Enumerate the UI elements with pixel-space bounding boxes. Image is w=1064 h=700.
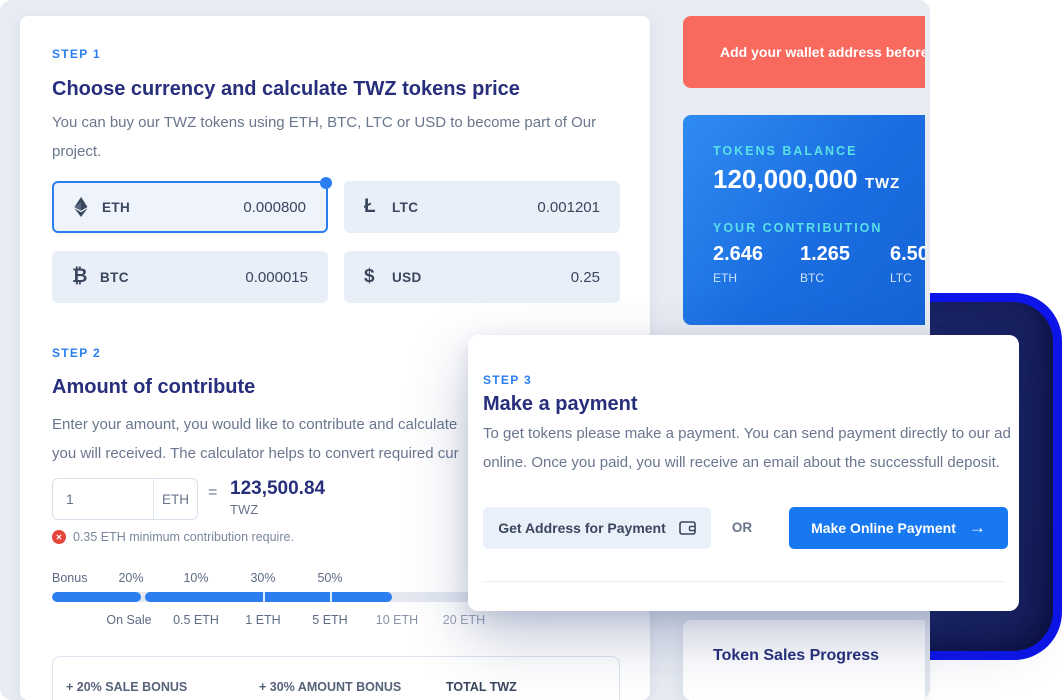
error-cross-icon: ✕ bbox=[52, 530, 66, 544]
contribution-eth: 2.646 ETH bbox=[713, 243, 763, 285]
get-address-label: Get Address for Payment bbox=[498, 520, 666, 536]
wallet-icon bbox=[679, 521, 696, 535]
currency-code: USD bbox=[392, 270, 422, 285]
step3-label: STEP 3 bbox=[483, 373, 532, 387]
amount-bonus-label: + 30% AMOUNT BONUS bbox=[259, 680, 401, 694]
tokens-balance-label: TOKENS BALANCE bbox=[713, 144, 857, 158]
converted-amount: 123,500.84 bbox=[230, 478, 325, 500]
make-online-payment-button[interactable]: Make Online Payment → bbox=[789, 507, 1008, 549]
tokens-balance-card: TOKENS BALANCE 120,000,000 TWZ YOUR CONT… bbox=[683, 115, 925, 325]
step2-title: Amount of contribute bbox=[52, 376, 255, 399]
total-twz-label: TOTAL TWZ bbox=[446, 680, 517, 694]
online-payment-label: Make Online Payment bbox=[811, 520, 956, 536]
bonus-percent: 20% bbox=[118, 571, 143, 585]
bar-tick-label: 0.5 ETH bbox=[173, 613, 219, 627]
currency-code: BTC bbox=[100, 270, 129, 285]
currency-option-usd[interactable]: $ USD 0.25 bbox=[344, 251, 620, 303]
step2-description-line1: Enter your amount, you would like to con… bbox=[52, 410, 457, 439]
progress-segment bbox=[145, 592, 392, 602]
currency-option-btc[interactable]: ₿ BTC 0.000015 bbox=[52, 251, 328, 303]
eth-icon bbox=[74, 197, 102, 217]
currency-rate: 0.000015 bbox=[245, 269, 308, 286]
bar-tick-label: 20 ETH bbox=[443, 613, 485, 627]
progress-divider bbox=[330, 592, 332, 602]
token-sales-progress-card: Token Sales Progress bbox=[683, 620, 925, 700]
balance-number: 120,000,000 bbox=[713, 164, 858, 194]
bonus-label: Bonus bbox=[52, 571, 87, 585]
ltc-icon: Ł bbox=[364, 196, 392, 218]
balance-unit: TWZ bbox=[865, 175, 900, 192]
your-contribution-label: YOUR CONTRIBUTION bbox=[713, 221, 882, 235]
wallet-address-alert: Add your wallet address before bu bbox=[683, 16, 925, 88]
make-payment-modal: STEP 3 Make a payment To get tokens plea… bbox=[468, 335, 1019, 611]
contribution-btc: 1.265 BTC bbox=[800, 243, 850, 285]
currency-code: LTC bbox=[392, 200, 418, 215]
get-address-button[interactable]: Get Address for Payment bbox=[483, 507, 711, 549]
step1-label: STEP 1 bbox=[52, 47, 101, 61]
bonus-percent: 10% bbox=[183, 571, 208, 585]
bar-tick-label: 10 ETH bbox=[376, 613, 418, 627]
currency-option-eth[interactable]: ETH 0.000800 bbox=[52, 181, 328, 233]
modal-divider bbox=[482, 581, 1005, 582]
step2-label: STEP 2 bbox=[52, 346, 101, 360]
currency-rate: 0.001201 bbox=[537, 199, 600, 216]
progress-segment bbox=[52, 592, 141, 602]
bar-tick-label: On Sale bbox=[106, 613, 151, 627]
bar-tick-label: 1 ETH bbox=[245, 613, 280, 627]
contribution-unit: LTC bbox=[890, 271, 925, 285]
arrow-right-icon: → bbox=[969, 518, 986, 538]
currency-rate: 0.000800 bbox=[243, 199, 306, 216]
contribution-unit: ETH bbox=[713, 271, 763, 285]
currency-rate: 0.25 bbox=[571, 269, 600, 286]
step2-description-line2: you will received. The calculator helps … bbox=[52, 439, 459, 468]
contribution-unit: BTC bbox=[800, 271, 850, 285]
error-text: 0.35 ETH minimum contribution require. bbox=[73, 530, 294, 544]
btc-icon: ₿ bbox=[72, 266, 100, 288]
contribution-value: 2.646 bbox=[713, 243, 763, 266]
bonus-percent: 30% bbox=[250, 571, 275, 585]
token-sales-progress-title: Token Sales Progress bbox=[713, 647, 879, 665]
sale-bonus-label: + 20% SALE BONUS bbox=[66, 680, 187, 694]
minimum-contribution-error: ✕ 0.35 ETH minimum contribution require. bbox=[52, 530, 294, 544]
contribution-value: 6.500 bbox=[890, 243, 925, 266]
contribution-value: 1.265 bbox=[800, 243, 850, 266]
amount-input[interactable] bbox=[53, 479, 153, 519]
amount-unit-label: ETH bbox=[153, 479, 197, 519]
usd-icon: $ bbox=[364, 266, 392, 288]
currency-options: ETH 0.000800 Ł LTC 0.001201 ₿ BTC 0.0000… bbox=[52, 181, 620, 303]
contribution-ltc: 6.500 LTC bbox=[890, 243, 925, 285]
step3-description-line1: To get tokens please make a payment. You… bbox=[483, 425, 1011, 442]
step1-description: You can buy our TWZ tokens using ETH, BT… bbox=[52, 108, 612, 166]
bar-tick-label: 5 ETH bbox=[312, 613, 347, 627]
selected-indicator-dot bbox=[320, 177, 332, 189]
step3-title: Make a payment bbox=[483, 393, 638, 416]
step3-description-line2: online. Once you paid, you will receive … bbox=[483, 454, 1000, 471]
step1-title: Choose currency and calculate TWZ tokens… bbox=[52, 78, 520, 101]
bonus-summary-box: + 20% SALE BONUS + 30% AMOUNT BONUS TOTA… bbox=[52, 656, 620, 700]
or-separator: OR bbox=[724, 507, 760, 549]
bonus-percent: 50% bbox=[317, 571, 342, 585]
tokens-balance-value: 120,000,000 TWZ bbox=[713, 164, 900, 195]
amount-input-group: ETH bbox=[52, 478, 198, 520]
equals-sign: = bbox=[208, 484, 217, 502]
currency-code: ETH bbox=[102, 200, 130, 215]
token-purchase-page: STEP 1 Choose currency and calculate TWZ… bbox=[0, 0, 1064, 700]
currency-option-ltc[interactable]: Ł LTC 0.001201 bbox=[344, 181, 620, 233]
converted-unit: TWZ bbox=[230, 502, 258, 517]
progress-divider bbox=[263, 592, 265, 602]
